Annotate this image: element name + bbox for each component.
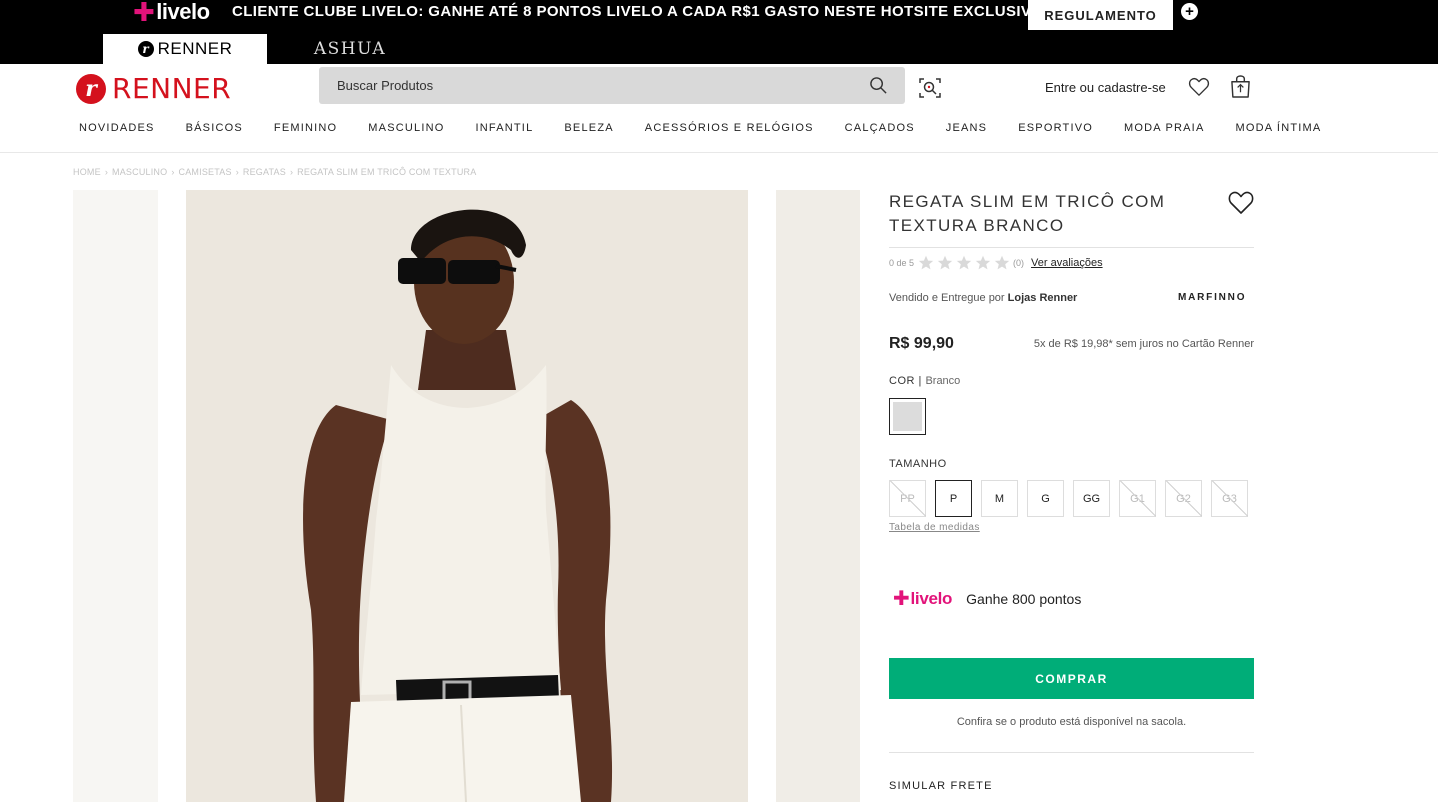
size-label: TAMANHO (889, 458, 947, 470)
size-option-gg[interactable]: GG (1073, 480, 1110, 517)
tab-renner-label: RENNER (157, 39, 233, 58)
livelo-points-info: ✚ livelo Ganhe 800 pontos (893, 586, 1081, 611)
gallery-prev-image[interactable] (73, 190, 158, 802)
size-selector: PP P M G GG G1 G2 G3 (889, 480, 1248, 517)
seller-info: Vendido e Entregue por Lojas Renner (889, 292, 1077, 304)
buy-button[interactable]: COMPRAR (889, 658, 1254, 699)
search-icon[interactable] (869, 76, 888, 95)
breadcrumb-separator: › (235, 167, 239, 177)
size-option-g2[interactable]: G2 (1165, 480, 1202, 517)
size-option-p[interactable]: P (935, 480, 972, 517)
breadcrumb-separator: › (171, 167, 175, 177)
main-nav: NOVIDADES BÁSICOS FEMININO MASCULINO INF… (79, 122, 1321, 134)
model-photo (186, 190, 748, 802)
login-link[interactable]: Entre ou cadastre-se (1045, 80, 1166, 95)
tab-ashua[interactable]: ASHUA (300, 36, 400, 62)
simulate-shipping-toggle[interactable]: SIMULAR FRETE (889, 780, 993, 792)
livelo-plus-icon: ✚ (893, 588, 910, 610)
shipping-divider (889, 752, 1254, 753)
breadcrumb-regatas[interactable]: REGATAS (243, 167, 286, 177)
nav-item-feminino[interactable]: FEMININO (274, 122, 337, 134)
nav-item-masculino[interactable]: MASCULINO (368, 122, 444, 134)
installments-info: 5x de R$ 19,98* sem juros no Cartão Renn… (1033, 338, 1254, 350)
nav-item-beleza[interactable]: BELEZA (564, 122, 613, 134)
color-swatch-branco[interactable] (889, 398, 926, 435)
star-icon (956, 255, 972, 270)
nav-item-basicos[interactable]: BÁSICOS (186, 122, 243, 134)
livelo-logo: ✚ livelo (893, 586, 952, 611)
nav-item-acessorios[interactable]: ACESSÓRIOS E RELÓGIOS (645, 122, 814, 134)
nav-item-esportivo[interactable]: ESPORTIVO (1018, 122, 1093, 134)
size-option-g[interactable]: G (1027, 480, 1064, 517)
star-icon (918, 255, 934, 270)
star-icon (994, 255, 1010, 270)
renner-logo-icon: r (76, 73, 106, 104)
nav-item-moda-intima[interactable]: MODA ÍNTIMA (1235, 122, 1321, 134)
color-label: COR | Branco (889, 375, 961, 387)
breadcrumb-home[interactable]: HOME (73, 167, 101, 177)
livelo-points-text: Ganhe 800 pontos (966, 590, 1082, 607)
visual-search-icon[interactable] (918, 76, 942, 100)
nav-item-moda-praia[interactable]: MODA PRAIA (1124, 122, 1204, 134)
breadcrumb: HOME › MASCULINO › CAMISETAS › REGATAS › REG… (73, 167, 476, 177)
nav-item-calcados[interactable]: CALÇADOS (845, 122, 915, 134)
color-label-title: COR (889, 375, 915, 387)
wishlist-heart-icon[interactable] (1188, 77, 1210, 97)
seller-name: Lojas Renner (1007, 292, 1078, 304)
renner-r-icon: r (137, 41, 154, 57)
promo-text: CLIENTE CLUBE LIVELO: GANHE ATÉ 8 PONTOS… (232, 3, 1044, 20)
renner-logo[interactable]: r RENNER (76, 72, 231, 105)
size-table-link[interactable]: Tabela de medidas (889, 522, 980, 533)
size-option-g3[interactable]: G3 (1211, 480, 1248, 517)
size-option-pp[interactable]: PP (889, 480, 926, 517)
breadcrumb-separator: › (104, 167, 109, 177)
breadcrumb-separator: › (289, 167, 294, 177)
livelo-logo-text: livelo (910, 588, 953, 608)
product-rating: 0 de 5 (0) Ver avaliações (889, 255, 1103, 271)
breadcrumb-current: REGATA SLIM EM TRICÔ COM TEXTURA (297, 167, 477, 177)
color-selected-name: Branco (925, 375, 961, 387)
availability-note: Confira se o produto está disponível na … (956, 716, 1187, 728)
product-main-image[interactable] (186, 190, 748, 802)
title-divider (889, 247, 1254, 248)
star-icon (937, 255, 953, 270)
favorite-heart-icon[interactable] (1228, 191, 1254, 215)
livelo-logo-text: livelo (156, 0, 210, 24)
nav-item-novidades[interactable]: NOVIDADES (79, 122, 155, 134)
search-input[interactable] (319, 67, 859, 104)
product-brand[interactable]: MARFINNO (1178, 292, 1246, 303)
plus-circle-icon[interactable]: + (1181, 3, 1198, 20)
regulation-button[interactable]: REGULAMENTO (1028, 0, 1173, 30)
size-option-m[interactable]: M (981, 480, 1018, 517)
gallery-next-image[interactable] (776, 190, 860, 802)
shopping-bag-icon[interactable] (1230, 75, 1251, 98)
star-icon (975, 255, 991, 270)
rating-text: 0 de 5 (889, 258, 915, 268)
renner-logo-text: RENNER (112, 72, 232, 105)
livelo-plus-icon: ✚ (133, 0, 155, 27)
livelo-logo: ✚ livelo (133, 0, 210, 27)
seller-prefix: Vendido e Entregue por (889, 292, 1005, 304)
nav-item-jeans[interactable]: JEANS (946, 122, 987, 134)
search-bar (319, 67, 905, 104)
breadcrumb-masculino[interactable]: MASCULINO (112, 167, 167, 177)
breadcrumb-camisetas[interactable]: CAMISETAS (179, 167, 232, 177)
tab-renner[interactable]: r RENNER (103, 34, 267, 64)
size-option-g1[interactable]: G1 (1119, 480, 1156, 517)
header-divider (0, 152, 1438, 153)
promo-bar: ✚ livelo CLIENTE CLUBE LIVELO: GANHE ATÉ… (0, 0, 1438, 64)
nav-item-infantil[interactable]: INFANTIL (476, 122, 534, 134)
reviews-count: (0) (1013, 258, 1025, 268)
see-reviews-link[interactable]: Ver avaliações (1031, 257, 1103, 269)
color-swatch-fill (893, 402, 922, 431)
product-price: R$ 99,90 (889, 335, 954, 352)
product-title: REGATA SLIM EM TRICÔ COM TEXTURA BRANCO (889, 192, 1166, 235)
